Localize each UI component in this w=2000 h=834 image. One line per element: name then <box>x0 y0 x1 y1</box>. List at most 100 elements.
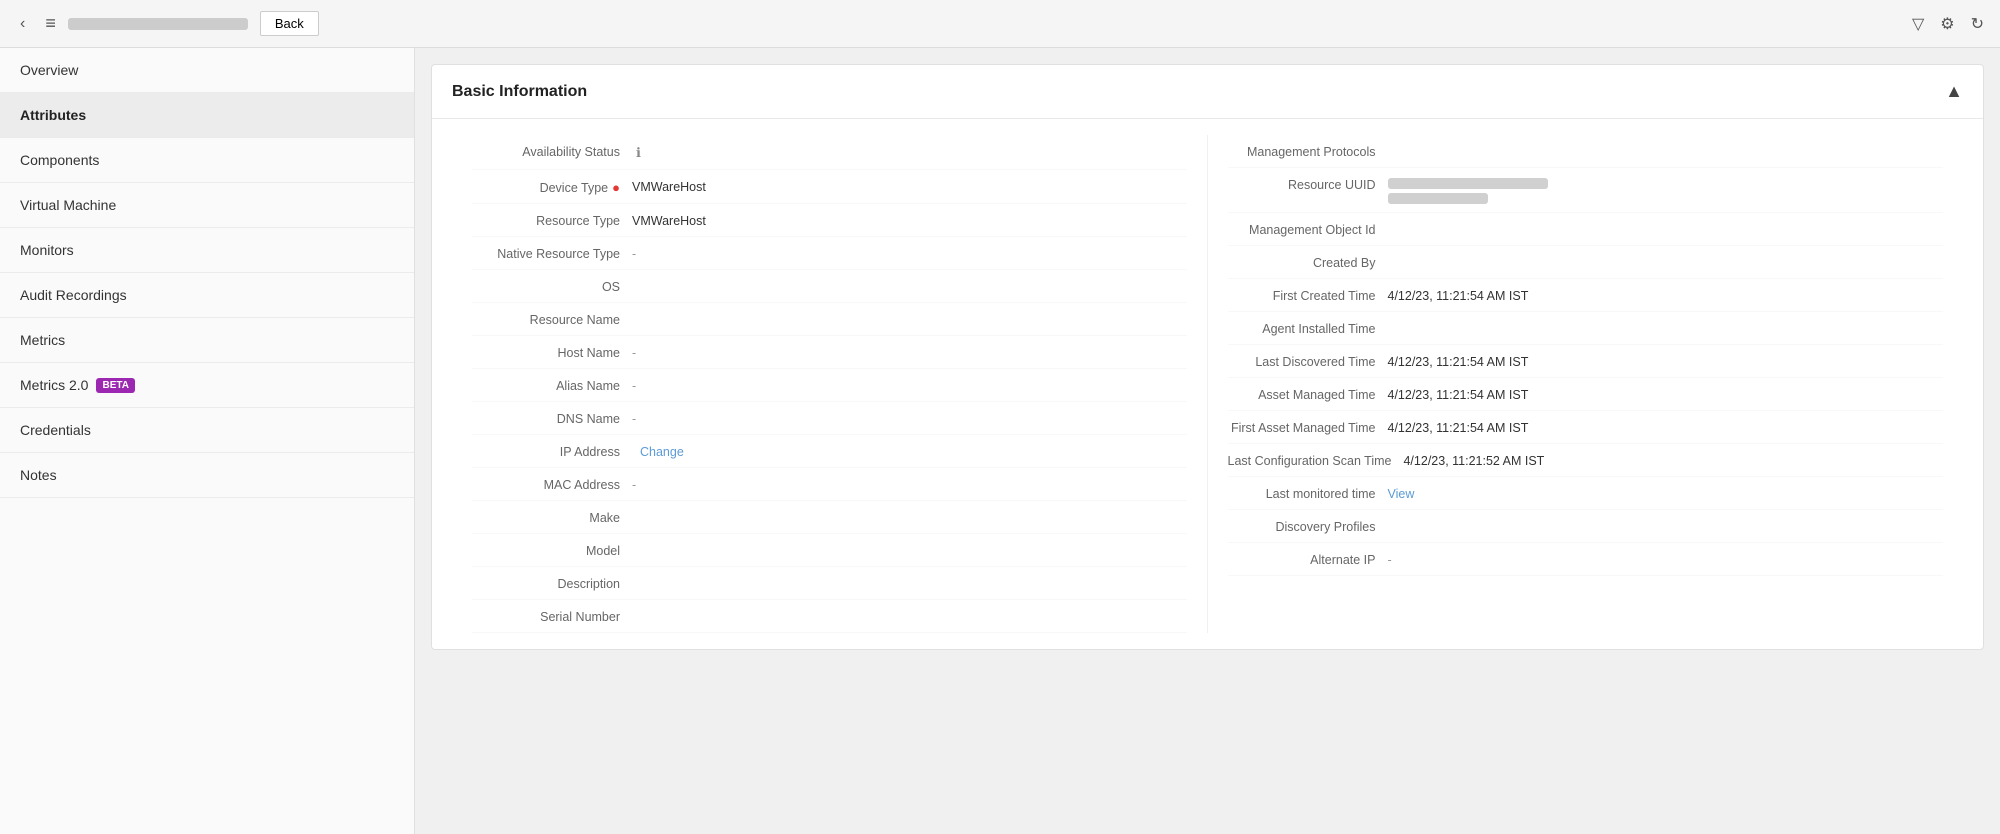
sidebar-item-components[interactable]: Components <box>0 138 414 183</box>
back-button[interactable]: Back <box>260 11 319 36</box>
sidebar-item-metrics[interactable]: Metrics <box>0 318 414 363</box>
info-value: - <box>632 476 1187 492</box>
left-column: Availability StatusℹDevice Type●VMWareHo… <box>452 135 1208 633</box>
info-value <box>1388 221 1944 223</box>
filter-icon[interactable]: ▽ <box>1908 10 1928 38</box>
panel-body: Availability StatusℹDevice Type●VMWareHo… <box>432 119 1983 649</box>
info-row: IP AddressChange <box>472 435 1187 468</box>
info-label: MAC Address <box>472 476 632 492</box>
info-label: Last Discovered Time <box>1228 353 1388 369</box>
info-label: Device Type● <box>472 178 632 195</box>
info-label: Created By <box>1228 254 1388 270</box>
error-icon: ● <box>612 180 620 195</box>
sidebar-item-notes[interactable]: Notes <box>0 453 414 498</box>
sidebar-item-inner: Attributes <box>20 107 394 123</box>
sidebar-item-inner: Components <box>20 152 394 168</box>
info-value: Change <box>632 443 1187 459</box>
info-label: Model <box>472 542 632 558</box>
info-label: Availability Status <box>472 143 632 159</box>
info-label: Resource UUID <box>1228 176 1388 192</box>
info-row: Created By <box>1228 246 1944 279</box>
settings-icon[interactable]: ⚙ <box>1936 10 1958 38</box>
info-value <box>632 542 1187 544</box>
refresh-icon[interactable]: ↻ <box>1967 10 1988 38</box>
info-label: Make <box>472 509 632 525</box>
sidebar-item-audit-recordings[interactable]: Audit Recordings <box>0 273 414 318</box>
info-row: First Asset Managed Time4/12/23, 11:21:5… <box>1228 411 1944 444</box>
right-column: Management Protocols Resource UUID Managem… <box>1208 135 1964 633</box>
sidebar-item-metrics-2[interactable]: Metrics 2.0 BETA <box>0 363 414 408</box>
info-row: MAC Address- <box>472 468 1187 501</box>
info-label: Alternate IP <box>1228 551 1388 567</box>
info-row: Native Resource Type- <box>472 237 1187 270</box>
info-value: - <box>632 377 1187 393</box>
info-value <box>632 575 1187 577</box>
sidebar-item-label: Attributes <box>20 107 86 123</box>
sidebar-item-overview[interactable]: Overview <box>0 48 414 93</box>
sidebar-item-attributes[interactable]: Attributes <box>0 93 414 138</box>
info-value: 4/12/23, 11:21:54 AM IST <box>1388 353 1944 369</box>
info-value: VMWareHost <box>632 212 1187 228</box>
collapse-button[interactable]: ▲ <box>1945 81 1963 102</box>
breadcrumb-blurred <box>68 18 248 30</box>
sidebar-item-inner: Metrics 2.0 BETA <box>20 377 394 393</box>
info-row: Resource UUID <box>1228 168 1944 213</box>
info-row: Resource TypeVMWareHost <box>472 204 1187 237</box>
sidebar-item-credentials[interactable]: Credentials <box>0 408 414 453</box>
info-row: Serial Number <box>472 600 1187 633</box>
info-value: 4/12/23, 11:21:52 AM IST <box>1403 452 1943 468</box>
sidebar-item-inner: Notes <box>20 467 394 483</box>
info-row: Last Configuration Scan Time4/12/23, 11:… <box>1228 444 1944 477</box>
sidebar-item-label: Notes <box>20 467 57 483</box>
main-layout: Overview Attributes Components Virtual Mach… <box>0 48 2000 834</box>
sidebar-item-label: Metrics 2.0 <box>20 377 88 393</box>
info-label: Host Name <box>472 344 632 360</box>
beta-badge: BETA <box>96 378 134 393</box>
sidebar: Overview Attributes Components Virtual Mach… <box>0 48 415 834</box>
info-label: Alias Name <box>472 377 632 393</box>
info-value <box>632 608 1187 610</box>
info-label: Serial Number <box>472 608 632 624</box>
sidebar-item-virtual-machine[interactable]: Virtual Machine <box>0 183 414 228</box>
info-label: Asset Managed Time <box>1228 386 1388 402</box>
info-value: - <box>1388 551 1944 567</box>
info-value <box>1388 518 1944 520</box>
info-value: VMWareHost <box>632 178 1187 194</box>
info-row: Availability Status ℹ <box>472 135 1187 170</box>
top-bar-left: ‹ ≡ Back <box>12 11 1908 36</box>
info-row: Resource Name <box>472 303 1187 336</box>
sidebar-item-label: Metrics <box>20 332 65 348</box>
info-row: DNS Name- <box>472 402 1187 435</box>
info-label: Resource Type <box>472 212 632 228</box>
info-label: First Asset Managed Time <box>1228 419 1388 435</box>
sidebar-item-inner: Overview <box>20 62 394 78</box>
info-value <box>632 509 1187 511</box>
info-label: Management Object Id <box>1228 221 1388 237</box>
info-label: Last monitored time <box>1228 485 1388 501</box>
back-arrow-icon: ‹ <box>20 15 25 33</box>
info-row: Management Object Id <box>1228 213 1944 246</box>
info-row: Last monitored timeView <box>1228 477 1944 510</box>
info-label: First Created Time <box>1228 287 1388 303</box>
back-nav[interactable]: ‹ <box>12 15 33 33</box>
info-label: OS <box>472 278 632 294</box>
top-bar: ‹ ≡ Back ▽ ⚙ ↻ <box>0 0 2000 48</box>
info-label: Resource Name <box>472 311 632 327</box>
info-circle-icon: ℹ <box>636 145 641 160</box>
info-label: Description <box>472 575 632 591</box>
hamburger-icon[interactable]: ≡ <box>45 13 56 34</box>
sidebar-item-monitors[interactable]: Monitors <box>0 228 414 273</box>
info-value <box>1388 176 1944 204</box>
info-row: Agent Installed Time <box>1228 312 1944 345</box>
view-link[interactable]: View <box>1388 487 1415 501</box>
info-row: First Created Time4/12/23, 11:21:54 AM I… <box>1228 279 1944 312</box>
info-row: Host Name- <box>472 336 1187 369</box>
info-label: Last Configuration Scan Time <box>1228 452 1404 468</box>
info-row: Alternate IP- <box>1228 543 1944 576</box>
info-value <box>1388 320 1944 322</box>
info-value: - <box>632 410 1187 426</box>
info-row: Management Protocols <box>1228 135 1944 168</box>
change-link[interactable]: Change <box>640 445 684 459</box>
sidebar-item-label: Credentials <box>20 422 91 438</box>
sidebar-item-label: Monitors <box>20 242 74 258</box>
